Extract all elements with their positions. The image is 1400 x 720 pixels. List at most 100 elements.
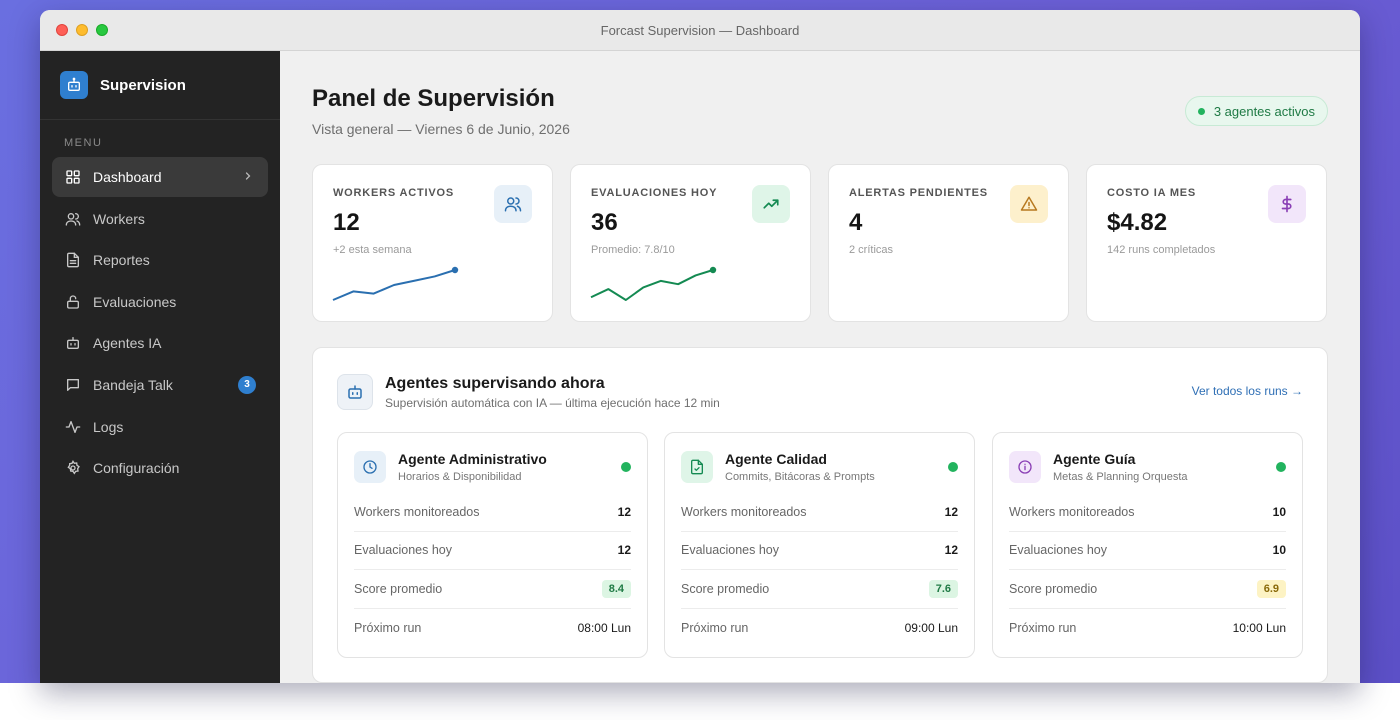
sidebar-item-workers[interactable]: Workers <box>52 199 268 239</box>
app-window: Forcast Supervision — Dashboard Supervis… <box>40 10 1360 683</box>
brand[interactable]: Supervision <box>40 51 280 120</box>
agent-name: Agente Administrativo <box>398 451 547 467</box>
metric-label: Score promedio <box>681 581 770 596</box>
stat-note: +2 esta semana <box>333 244 412 256</box>
score-chip: 8.4 <box>601 579 631 598</box>
page-subtitle: Vista general — Viernes 6 de Junio, 2026 <box>312 121 570 137</box>
robot-icon <box>64 335 81 352</box>
metric-value: 10:00 Lun <box>1232 620 1286 635</box>
metric-value: 08:00 Lun <box>577 620 631 635</box>
maximize-window-button[interactable] <box>96 24 108 36</box>
trending-up-icon <box>752 185 790 223</box>
stat-value: 4 <box>849 209 863 236</box>
file-check-icon <box>681 451 713 483</box>
metric-row: Evaluaciones hoy 12 <box>681 532 958 570</box>
sidebar-item-label: Evaluaciones <box>93 293 177 310</box>
agents-panel: Agentes supervisando ahora Supervisión a… <box>312 347 1328 683</box>
stat-note: 2 críticas <box>849 244 894 256</box>
sidebar-item-label: Dashboard <box>93 169 162 185</box>
title-bar: Forcast Supervision — Dashboard <box>40 10 1360 51</box>
info-circle-icon <box>1009 451 1041 483</box>
agent-card-administrativo[interactable]: Agente Administrativo Horarios & Disponi… <box>337 432 648 658</box>
agent-metrics: Workers monitoreados 10 Evaluaciones hoy 1… <box>1009 493 1286 647</box>
status-badge-label: 3 agentes activos <box>1213 103 1315 119</box>
stat-note: Promedio: 7.8/10 <box>591 244 675 256</box>
score-chip: 7.6 <box>928 579 958 598</box>
metric-row: Score promedio 8.4 <box>354 570 631 609</box>
sidebar-item-evaluaciones[interactable]: Evaluaciones <box>52 282 268 322</box>
metric-label: Próximo run <box>681 620 749 635</box>
metric-label: Evaluaciones hoy <box>354 543 452 558</box>
stat-card-workers[interactable]: WORKERS ACTIVOS 12 +2 esta semana <box>312 164 553 322</box>
metric-value: 09:00 Lun <box>904 620 958 635</box>
agent-status-dot-icon <box>948 462 958 472</box>
sidebar-item-label: Workers <box>93 210 145 227</box>
metric-row: Próximo run 10:00 Lun <box>1009 609 1286 648</box>
warning-icon <box>1010 185 1048 223</box>
agent-description: Commits, Bitácoras & Prompts <box>725 471 875 483</box>
metric-row: Score promedio 6.9 <box>1009 570 1286 609</box>
document-icon <box>64 252 81 269</box>
page-title: Panel de Supervisión <box>312 85 555 112</box>
metric-row: Workers monitoreados 12 <box>681 493 958 532</box>
sidebar-item-dashboard[interactable]: Dashboard <box>52 157 268 197</box>
users-icon <box>494 185 532 223</box>
minimize-window-button[interactable] <box>76 24 88 36</box>
close-window-button[interactable] <box>56 24 68 36</box>
chat-icon <box>64 376 81 393</box>
gear-icon <box>64 460 81 477</box>
metric-label: Evaluaciones hoy <box>681 543 779 558</box>
agent-status-dot-icon <box>1276 462 1286 472</box>
stat-label: EVALUACIONES HOY <box>591 187 718 199</box>
view-all-runs-link[interactable]: Ver todos los runs → <box>1192 384 1303 398</box>
agent-card-calidad[interactable]: Agente Calidad Commits, Bitácoras & Prom… <box>664 432 975 658</box>
sidebar-item-label: Reportes <box>93 252 150 269</box>
sidebar: Supervision MENU Dashboard Workers Repor… <box>40 51 280 683</box>
sparkline-endpoint <box>451 266 459 274</box>
agent-card-guia[interactable]: Agente Guía Metas & Planning Orquesta Wo… <box>992 432 1303 658</box>
agent-metrics: Workers monitoreados 12 Evaluaciones hoy 1… <box>681 493 958 647</box>
metric-value: 12 <box>944 543 958 558</box>
stat-card-evaluaciones[interactable]: EVALUACIONES HOY 36 Promedio: 7.8/10 <box>570 164 811 322</box>
metric-value: 10 <box>1272 504 1286 519</box>
sidebar-item-logs[interactable]: Logs <box>52 407 268 447</box>
stat-value: $4.82 <box>1107 209 1168 236</box>
sidebar-item-label: Configuración <box>93 460 180 477</box>
agent-status-dot-icon <box>621 462 631 472</box>
metric-value: 10 <box>1272 543 1286 558</box>
panel-title: Agentes supervisando ahora <box>385 375 605 392</box>
desktop-bottom-strip <box>0 683 1400 720</box>
main-content: Panel de Supervisión Vista general — Vie… <box>280 51 1360 683</box>
robot-icon <box>337 374 373 410</box>
sparkline-evaluaciones <box>590 266 717 301</box>
stat-card-alertas[interactable]: ALERTAS PENDIENTES 4 2 críticas <box>828 164 1069 322</box>
stat-label: ALERTAS PENDIENTES <box>849 187 988 199</box>
stat-card-costo[interactable]: COSTO IA MES $4.82 142 runs completados <box>1086 164 1327 322</box>
sparkline-workers <box>332 266 459 301</box>
metric-label: Próximo run <box>1009 620 1077 635</box>
panel-subtitle: Supervisión automática con IA — última e… <box>385 396 720 410</box>
agent-name: Agente Guía <box>1053 451 1136 467</box>
sidebar-item-label: Bandeja Talk <box>93 376 173 393</box>
users-icon <box>64 210 81 227</box>
sidebar-item-configuracion[interactable]: Configuración <box>52 448 268 488</box>
metric-row: Evaluaciones hoy 12 <box>354 532 631 570</box>
status-dot-icon <box>1197 107 1205 115</box>
brand-name: Supervision <box>100 76 186 94</box>
metric-row: Workers monitoreados 12 <box>354 493 631 532</box>
sidebar-item-reportes[interactable]: Reportes <box>52 240 268 280</box>
sidebar-item-label: Agentes IA <box>93 335 162 352</box>
metric-label: Workers monitoreados <box>354 504 480 519</box>
window-title: Forcast Supervision — Dashboard <box>600 22 800 38</box>
sidebar-item-agentes-ia[interactable]: Agentes IA <box>52 323 268 363</box>
chevron-right-icon <box>242 169 254 186</box>
agent-metrics: Workers monitoreados 12 Evaluaciones hoy 1… <box>354 493 631 647</box>
metric-label: Próximo run <box>354 620 422 635</box>
metric-row: Próximo run 08:00 Lun <box>354 609 631 648</box>
metric-row: Evaluaciones hoy 10 <box>1009 532 1286 570</box>
status-badge: 3 agentes activos <box>1184 96 1328 126</box>
sidebar-item-bandeja-talk[interactable]: Bandeja Talk 3 <box>52 365 268 405</box>
metric-value: 12 <box>944 504 958 519</box>
menu-section-label: MENU <box>64 137 103 149</box>
activity-icon <box>64 418 81 435</box>
